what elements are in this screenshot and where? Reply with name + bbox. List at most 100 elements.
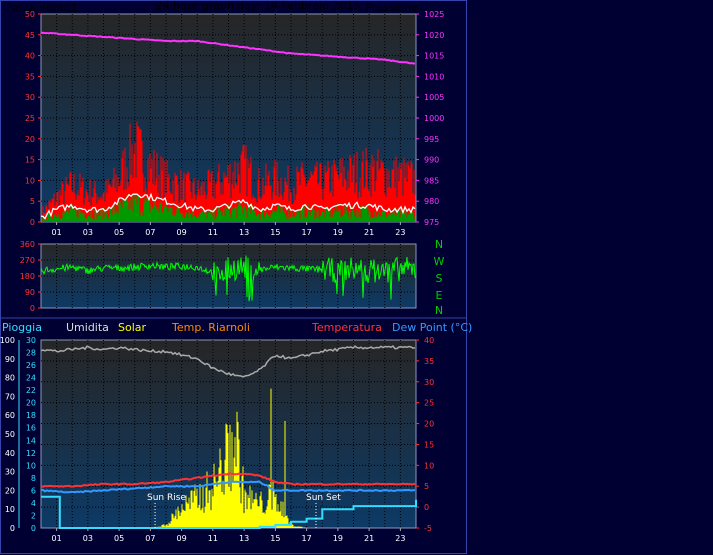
temp-axis-label: 25 — [424, 399, 434, 408]
rain-axis-label: 8 — [31, 474, 36, 483]
temperature-label: Temperatura — [311, 321, 382, 334]
humidity-axis-label: 20 — [5, 486, 15, 495]
wind-speed-label: Forza vento1 — [6, 1, 78, 14]
rain-label: Pioggia — [2, 321, 42, 334]
direction-axis-label: 270 — [20, 256, 35, 265]
dew-point-label: Dew Point (°C) — [392, 321, 472, 334]
wind-axis-label: 10 — [25, 176, 35, 185]
temp-axis-label: 20 — [424, 420, 434, 429]
pressure-axis-label: 980 — [424, 197, 439, 206]
p1-xtick-label: 15 — [270, 228, 280, 237]
p3-xtick-label: 01 — [52, 534, 62, 543]
humidity-axis-label: 60 — [5, 411, 15, 420]
pressure-axis-label: 975 — [424, 218, 439, 227]
p3-xtick-label: 03 — [83, 534, 93, 543]
p1-xtick-label: 17 — [302, 228, 312, 237]
p3-xtick-label: 11 — [208, 534, 218, 543]
pressure-axis-label: 1010 — [424, 72, 444, 81]
rain-axis-label: 24 — [26, 374, 36, 383]
humidity-axis-label: 10 — [5, 505, 15, 514]
humidity-axis-label: 50 — [5, 430, 15, 439]
rain-axis-label: 12 — [26, 449, 36, 458]
humidity-label: Umidita — [66, 321, 109, 334]
wind-axis-label: 30 — [25, 93, 35, 102]
humidity-axis-label: 90 — [5, 355, 15, 364]
compass-label-e: E — [436, 289, 443, 302]
rain-axis-label: 26 — [26, 361, 36, 370]
wind-axis-label: 35 — [25, 72, 35, 81]
graph-title: 24 hour graph day: 14 Febbraio 2015 — [155, 0, 360, 12]
wind-axis-label: 5 — [30, 197, 35, 206]
rain-axis-label: 10 — [26, 461, 36, 470]
pressure-axis-label: 995 — [424, 135, 439, 144]
humidity-axis-label: 30 — [5, 468, 15, 477]
rain-axis-label: 4 — [31, 499, 36, 508]
p1-xtick-label: 13 — [239, 228, 249, 237]
rain-axis-label: 14 — [26, 436, 36, 445]
p3-xtick-label: 05 — [114, 534, 124, 543]
rain-axis-label: 18 — [26, 411, 36, 420]
rain-axis-label: 30 — [26, 336, 36, 345]
wind-axis-label: 25 — [25, 114, 35, 123]
wind-axis-label: 50 — [25, 10, 35, 19]
direction-axis-label: 0 — [30, 304, 35, 313]
wind-axis-label: 45 — [25, 31, 35, 40]
pressure-axis-label: 1025 — [424, 10, 444, 19]
p3-xtick-label: 17 — [302, 534, 312, 543]
humidity-axis-label: 100 — [0, 336, 15, 345]
rain-axis-label: 28 — [26, 349, 36, 358]
p3-xtick-label: 15 — [270, 534, 280, 543]
rain-axis-label: 22 — [26, 386, 36, 395]
compass-label-s: S — [436, 272, 443, 285]
humidity-axis-label: 70 — [5, 392, 15, 401]
rain-axis-label: 0 — [31, 524, 36, 533]
p1-xtick-label: 19 — [333, 228, 343, 237]
compass-label-w: W — [434, 255, 445, 268]
temp-axis-label: 35 — [424, 357, 434, 366]
temp-axis-label: 30 — [424, 378, 434, 387]
direction-axis-label: 180 — [20, 272, 35, 281]
wind-axis-label: 0 — [30, 218, 35, 227]
p3-xtick-label: 23 — [395, 534, 405, 543]
p1-xtick-label: 03 — [83, 228, 93, 237]
temp-axis-label: 0 — [424, 503, 429, 512]
p3-xtick-label: 09 — [177, 534, 187, 543]
rain-axis-label: 20 — [26, 399, 36, 408]
p1-xtick-label: 05 — [114, 228, 124, 237]
compass-label-n: N — [435, 304, 443, 317]
temp-axis-label: 5 — [424, 482, 429, 491]
humidity-axis-label: 40 — [5, 449, 15, 458]
pressure-axis-label: 1000 — [424, 114, 444, 123]
p1-xtick-label: 07 — [145, 228, 155, 237]
p1-xtick-label: 23 — [395, 228, 405, 237]
pressure-label: Pressione — [366, 1, 419, 14]
pressure-axis-label: 990 — [424, 156, 439, 165]
p3-xtick-label: 19 — [333, 534, 343, 543]
wind-direction-panel: 0 90 180 270 360 — [20, 240, 417, 313]
direction-axis-label: 90 — [25, 288, 35, 297]
p1-xtick-label: 01 — [52, 228, 62, 237]
pressure-axis-label: 1005 — [424, 93, 444, 102]
p1-xtick-label: 21 — [364, 228, 374, 237]
temp-riarnoli-label: Temp. Riarnoli — [171, 321, 250, 334]
p3-xtick-label: 07 — [145, 534, 155, 543]
wind-axis-label: 20 — [25, 135, 35, 144]
wind-pressure-panel: 0510152025303540455097598098599099510001… — [25, 10, 445, 237]
pressure-axis-label: 1015 — [424, 52, 444, 61]
rain-axis-label: 16 — [26, 424, 36, 433]
p3-xtick-label: 13 — [239, 534, 249, 543]
compass-label-n: N — [435, 238, 443, 251]
wind-axis-label: 40 — [25, 52, 35, 61]
humidity-axis-label: 0 — [10, 524, 15, 533]
temp-axis-label: 10 — [424, 461, 434, 470]
temp-humidity-panel: 0102030405060708090100024681012141618202… — [0, 336, 434, 543]
p1-xtick-label: 09 — [177, 228, 187, 237]
sun-rise-label: Sun Rise — [147, 493, 186, 503]
weather-graph: Forza vento1 24 hour graph day: 14 Febbr… — [0, 0, 713, 555]
temp-axis-label: -5 — [424, 524, 432, 533]
p3-xtick-label: 21 — [364, 534, 374, 543]
pressure-axis-label: 985 — [424, 176, 439, 185]
direction-axis-label: 360 — [20, 240, 35, 249]
sun-set-label: Sun Set — [306, 493, 341, 503]
temp-axis-label: 15 — [424, 440, 434, 449]
